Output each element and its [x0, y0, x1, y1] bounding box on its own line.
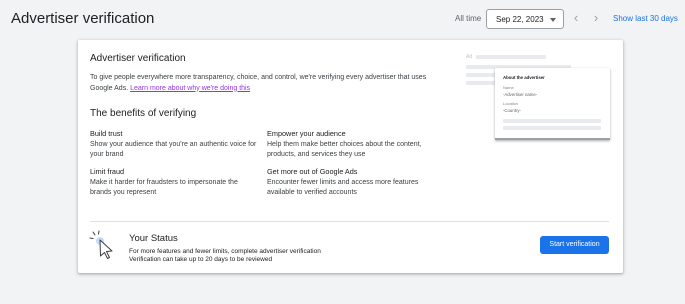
location-value: -Country- — [503, 108, 521, 113]
top-bar: Advertiser verification All time Sep 22,… — [0, 0, 685, 38]
cursor-click-icon — [89, 230, 113, 259]
benefit-title: Empower your audience — [267, 129, 346, 138]
divider — [90, 221, 609, 222]
start-verification-button[interactable]: Start verification — [540, 236, 609, 254]
benefit-more-google-ads: Get more out of Google Ads Encounter few… — [267, 167, 437, 198]
show-last-30-days-link[interactable]: Show last 30 days — [613, 14, 678, 23]
intro-text: To give people everywhere more transpare… — [90, 73, 450, 94]
status-line: Verification can take up to 20 days to b… — [129, 256, 273, 263]
benefit-build-trust: Build trust Show your audience that you'… — [90, 129, 260, 160]
placeholder-bar — [503, 119, 601, 123]
verification-card: Advertiser verification To give people e… — [78, 40, 623, 273]
benefits-heading: The benefits of verifying — [90, 108, 197, 119]
benefit-title: Get more out of Google Ads — [267, 167, 358, 176]
date-range-value: Sep 22, 2023 — [496, 15, 544, 24]
name-label: Name — [503, 85, 514, 90]
card-title: Advertiser verification — [90, 53, 186, 64]
previous-period-icon[interactable]: ‹ — [569, 10, 583, 26]
page-title: Advertiser verification — [11, 10, 155, 27]
location-label: Location — [503, 101, 519, 106]
status-title: Your Status — [129, 233, 178, 244]
placeholder-bar — [476, 55, 546, 59]
next-period-icon[interactable]: › — [589, 10, 603, 26]
benefit-text: Encounter fewer limits and access more f… — [267, 178, 419, 196]
advertiser-illustration: Ad About the advertiser Name -Advertiser… — [466, 52, 611, 142]
benefit-limit-fraud: Limit fraud Make it harder for fraudster… — [90, 167, 260, 198]
date-range-label: All time — [455, 14, 482, 23]
about-advertiser-card: About the advertiser Name -Advertiser na… — [495, 68, 610, 140]
benefit-empower-audience: Empower your audience Help them make bet… — [267, 129, 437, 160]
ad-tag: Ad — [466, 54, 473, 60]
date-range-select[interactable]: Sep 22, 2023 — [486, 9, 564, 29]
name-value: -Advertiser name- — [503, 92, 538, 97]
about-title: About the advertiser — [503, 75, 545, 80]
benefit-text: Help them make better choices about the … — [267, 140, 422, 158]
benefit-text: Show your audience that you're an authen… — [90, 140, 257, 158]
status-line: For more features and fewer limits, comp… — [129, 248, 321, 255]
learn-more-link[interactable]: Learn more about why we're doing this — [130, 85, 250, 92]
benefit-text: Make it harder for fraudsters to imperso… — [90, 178, 238, 196]
benefit-title: Build trust — [90, 129, 123, 138]
benefit-title: Limit fraud — [90, 167, 125, 176]
caret-down-icon — [550, 18, 556, 22]
placeholder-bar — [503, 126, 601, 130]
